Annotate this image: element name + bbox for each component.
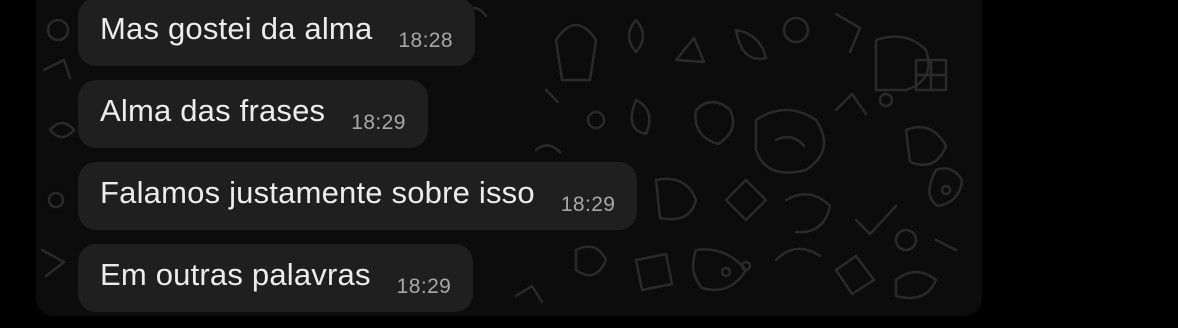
message-bubble[interactable]: Em outras palavras 18:29 [78,244,474,312]
message-timestamp: 18:29 [351,111,406,134]
message-timestamp: 18:28 [398,29,453,52]
message-text: Falamos justamente sobre isso [100,175,535,210]
chat-area[interactable]: Mas gostei da alma 18:28 Alma das frases… [36,0,982,316]
message-bubble[interactable]: Mas gostei da alma 18:28 [78,0,475,66]
message-list: Mas gostei da alma 18:28 Alma das frases… [78,0,982,316]
message-text: Alma das frases [100,93,326,128]
message-timestamp: 18:29 [560,193,616,216]
message-timestamp: 18:29 [396,275,452,298]
message-bubble[interactable]: Alma das frases 18:29 [78,80,428,148]
message-text: Em outras palavras [100,257,371,292]
message-text: Mas gostei da alma [100,11,373,46]
message-bubble[interactable]: Falamos justamente sobre isso 18:29 [78,162,638,230]
